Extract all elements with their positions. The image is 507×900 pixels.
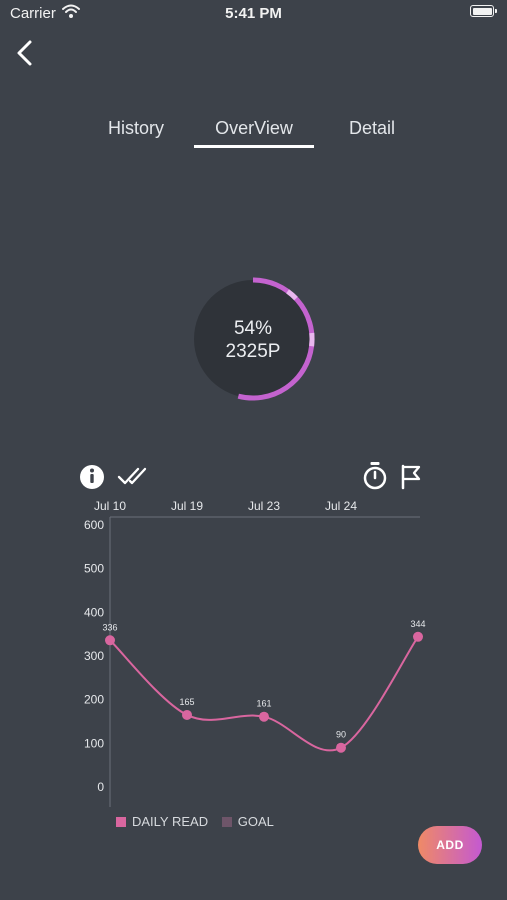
- x-tick-label: Jul 10: [94, 499, 126, 513]
- x-tick-label: Jul 19: [171, 499, 203, 513]
- y-tick-label: 300: [84, 649, 104, 663]
- clock: 5:41 PM: [225, 5, 282, 22]
- x-tick-label: Jul 23: [248, 499, 280, 513]
- progress-ring: 54% 2325P: [190, 271, 322, 407]
- data-label: 161: [256, 699, 271, 709]
- active-tab-indicator: [194, 145, 314, 148]
- legend-item-daily-read: DAILY READ: [116, 814, 208, 829]
- tab-detail[interactable]: Detail: [334, 118, 410, 139]
- legend-label-goal: GOAL: [237, 814, 274, 829]
- info-icon[interactable]: [78, 460, 106, 492]
- progress-pages: 2325P: [225, 341, 281, 362]
- data-label: 344: [410, 619, 425, 629]
- chart-legend: DAILY READ GOAL: [116, 814, 284, 830]
- y-tick-label: 600: [84, 518, 104, 532]
- chart-toolbar: [0, 460, 507, 496]
- data-label: 165: [179, 697, 194, 707]
- battery-icon: [470, 5, 497, 17]
- legend-label-daily-read: DAILY READ: [132, 814, 209, 829]
- legend-swatch-goal: [221, 816, 232, 827]
- tab-overview[interactable]: OverView: [194, 118, 314, 139]
- data-point: [413, 631, 423, 642]
- data-point: [336, 742, 346, 753]
- y-tick-label: 500: [84, 562, 104, 576]
- progress-percent: 54%: [233, 318, 273, 339]
- add-button[interactable]: ADD: [418, 826, 482, 864]
- double-check-icon[interactable]: [116, 460, 150, 492]
- data-point: [182, 709, 192, 720]
- series-line-daily-read: [109, 636, 419, 752]
- status-bar: Carrier 5:41 PM: [0, 0, 507, 28]
- tab-bar: History OverView Detail: [0, 118, 507, 154]
- tab-history[interactable]: History: [96, 118, 176, 139]
- data-point: [105, 635, 115, 646]
- flag-icon[interactable]: [398, 460, 426, 492]
- chevron-left-icon: [17, 40, 32, 66]
- x-tick-label: Jul 24: [325, 499, 357, 513]
- daily-read-chart: Jul 10 Jul 19 Jul 23 Jul 24 600 500 400 300 200 1…: [72, 495, 432, 835]
- y-tick-label: 100: [84, 736, 104, 750]
- y-tick-label: 400: [84, 605, 104, 619]
- y-tick-label: 0: [97, 780, 104, 794]
- line-chart: Jul 10 Jul 19 Jul 23 Jul 24 600 500 400 300 200 1…: [84, 499, 426, 807]
- data-label: 336: [102, 622, 117, 632]
- data-point: [259, 711, 269, 722]
- back-button[interactable]: [10, 36, 40, 70]
- legend-item-goal: GOAL: [221, 814, 274, 829]
- legend-swatch-daily-read: [116, 816, 126, 827]
- y-tick-label: 200: [84, 693, 104, 707]
- data-label: 90: [336, 730, 346, 740]
- stopwatch-icon[interactable]: [361, 460, 389, 492]
